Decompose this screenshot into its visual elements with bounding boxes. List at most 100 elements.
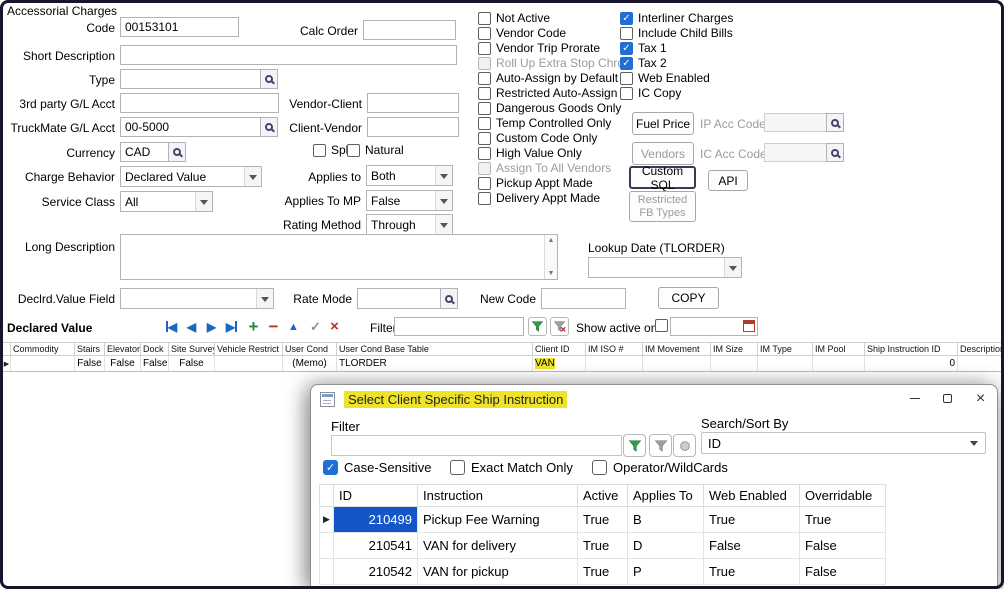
cell-web-enabled[interactable]: True bbox=[704, 507, 800, 533]
grid-column-vehicle-restrict[interactable]: Vehicle Restrict bbox=[215, 343, 283, 356]
table-column-active[interactable]: Active bbox=[578, 485, 628, 507]
checkbox-vendor-code[interactable]: Vendor Code bbox=[478, 27, 566, 40]
code-input[interactable] bbox=[120, 17, 239, 37]
grid-column-description[interactable]: Description bbox=[958, 343, 1003, 356]
new-code-input[interactable] bbox=[541, 288, 626, 309]
third-party-gl-input[interactable] bbox=[120, 93, 279, 113]
cell-web-enabled[interactable]: False bbox=[704, 533, 800, 559]
cell-id[interactable]: 210499 bbox=[334, 507, 418, 533]
grid-cell-user-cond[interactable]: (Memo) bbox=[283, 356, 337, 372]
grid-cell-im-iso[interactable] bbox=[586, 356, 643, 372]
dialog-filter-apply-button[interactable] bbox=[623, 434, 646, 457]
grid-cell-im-size[interactable] bbox=[711, 356, 758, 372]
post-record-button[interactable]: ✓ bbox=[306, 317, 325, 336]
filter-apply-button[interactable] bbox=[528, 317, 547, 336]
table-column-instruction[interactable]: Instruction bbox=[418, 485, 578, 507]
exact-match-only-checkbox[interactable]: Exact Match Only bbox=[450, 460, 573, 475]
short-description-input[interactable] bbox=[120, 45, 457, 65]
type-lookup-button[interactable] bbox=[260, 69, 278, 89]
first-record-button[interactable]: ◀ bbox=[162, 317, 181, 336]
fuel-price-button[interactable]: Fuel Price bbox=[632, 112, 694, 135]
last-record-button[interactable]: ▶ bbox=[222, 317, 241, 336]
maximize-button[interactable] bbox=[931, 385, 964, 412]
grid-cell-im-movement[interactable] bbox=[643, 356, 711, 372]
search-sort-by-select[interactable]: ID bbox=[701, 432, 986, 454]
cell-instruction[interactable]: Pickup Fee Warning bbox=[418, 507, 578, 533]
applies-to-mp-select[interactable]: False bbox=[366, 190, 453, 211]
edit-record-button[interactable]: ▲ bbox=[284, 317, 303, 336]
cell-overridable[interactable]: False bbox=[800, 559, 886, 585]
applies-to-select[interactable]: Both bbox=[366, 165, 453, 186]
checkbox-temp-controlled-only[interactable]: Temp Controlled Only bbox=[478, 117, 611, 130]
lookup-date-select[interactable] bbox=[588, 257, 742, 278]
dialog-filter-clear-button[interactable] bbox=[649, 434, 672, 457]
grid-cell-description[interactable] bbox=[958, 356, 1003, 372]
dialog-filter-input[interactable] bbox=[331, 435, 622, 456]
grid-column-im-size[interactable]: IM Size bbox=[711, 343, 758, 356]
cancel-record-button[interactable]: × bbox=[325, 317, 344, 336]
grid-cell-im-pool[interactable] bbox=[813, 356, 865, 372]
memo-scrollbar[interactable]: ▲▼ bbox=[544, 235, 557, 279]
custom-sql-button[interactable]: Custom SQL bbox=[629, 166, 696, 189]
dialog-title-bar[interactable]: Select Client Specific Ship Instruction … bbox=[311, 385, 997, 413]
rate-mode-input[interactable] bbox=[357, 288, 441, 309]
vendor-client-input[interactable] bbox=[367, 93, 459, 113]
ic-acc-code-lookup-button[interactable] bbox=[826, 143, 844, 162]
grid-column-commodity[interactable]: Commodity bbox=[11, 343, 75, 356]
grid-cell-elevator[interactable]: False bbox=[105, 356, 141, 372]
service-class-select[interactable]: All bbox=[120, 191, 213, 212]
show-active-on-checkbox[interactable] bbox=[655, 319, 668, 332]
currency-input[interactable] bbox=[120, 142, 169, 162]
ip-acc-code-lookup-button[interactable] bbox=[826, 113, 844, 132]
checkbox-tax-2[interactable]: Tax 2 bbox=[620, 57, 667, 70]
checkbox-dangerous-goods-only[interactable]: Dangerous Goods Only bbox=[478, 102, 621, 115]
checkbox-include-child-bills[interactable]: Include Child Bills bbox=[620, 27, 733, 40]
close-button[interactable]: × bbox=[964, 385, 997, 412]
charge-behavior-select[interactable]: Declared Value bbox=[120, 166, 262, 187]
grid-cell-commodity[interactable] bbox=[11, 356, 75, 372]
client-vendor-input[interactable] bbox=[367, 117, 459, 137]
cell-overridable[interactable]: False bbox=[800, 533, 886, 559]
rating-method-select[interactable]: Through bbox=[366, 214, 453, 235]
grid-column-elevator[interactable]: Elevator bbox=[105, 343, 141, 356]
grid-column-im-pool[interactable]: IM Pool bbox=[813, 343, 865, 356]
table-row[interactable]: 210542 VAN for pickup True P True False bbox=[320, 559, 886, 585]
grid-cell-vehicle-restrict[interactable] bbox=[215, 356, 283, 372]
table-column-applies-to[interactable]: Applies To bbox=[628, 485, 704, 507]
insert-record-button[interactable]: + bbox=[244, 317, 263, 336]
table-row[interactable]: ▶ 210499 Pickup Fee Warning True B True … bbox=[320, 507, 886, 533]
cell-active[interactable]: True bbox=[578, 533, 628, 559]
grid-column-user-cond-base-table[interactable]: User Cond Base Table bbox=[337, 343, 533, 356]
grid-column-site-survey[interactable]: Site Survey bbox=[169, 343, 215, 356]
long-description-memo[interactable]: ▲▼ bbox=[120, 234, 558, 280]
delete-record-button[interactable]: − bbox=[264, 317, 283, 336]
table-column-overridable[interactable]: Overridable bbox=[800, 485, 886, 507]
checkbox-custom-code-only[interactable]: Custom Code Only bbox=[478, 132, 597, 145]
copy-button[interactable]: COPY bbox=[658, 287, 719, 309]
grid-column-im-iso[interactable]: IM ISO # bbox=[586, 343, 643, 356]
table-row[interactable]: 210541 VAN for delivery True D False Fal… bbox=[320, 533, 886, 559]
truckmate-gl-input[interactable] bbox=[120, 117, 261, 137]
cell-id[interactable]: 210542 bbox=[334, 559, 418, 585]
checkbox-web-enabled[interactable]: Web Enabled bbox=[620, 72, 710, 85]
cell-instruction[interactable]: VAN for delivery bbox=[418, 533, 578, 559]
table-column-web-enabled[interactable]: Web Enabled bbox=[704, 485, 800, 507]
cell-applies-to[interactable]: D bbox=[628, 533, 704, 559]
grid-column-im-movement[interactable]: IM Movement bbox=[643, 343, 711, 356]
grid-data-row[interactable]: ▶ False False False False (Memo) TLORDER… bbox=[3, 356, 1003, 372]
grid-column-im-type[interactable]: IM Type bbox=[758, 343, 813, 356]
table-column-id[interactable]: ID bbox=[334, 485, 418, 507]
checkbox-pickup-appt-made[interactable]: Pickup Appt Made bbox=[478, 177, 593, 190]
cell-instruction[interactable]: VAN for pickup bbox=[418, 559, 578, 585]
cell-applies-to[interactable]: B bbox=[628, 507, 704, 533]
grid-column-client-id[interactable]: Client ID bbox=[533, 343, 586, 356]
grid-column-dock[interactable]: Dock bbox=[141, 343, 169, 356]
grid-cell-stairs[interactable]: False bbox=[75, 356, 105, 372]
cell-active[interactable]: True bbox=[578, 507, 628, 533]
declrd-value-field-select[interactable] bbox=[120, 288, 274, 309]
grid-column-ship-instruction-id[interactable]: Ship Instruction ID bbox=[865, 343, 958, 356]
api-button[interactable]: API bbox=[708, 170, 748, 191]
cell-active[interactable]: True bbox=[578, 559, 628, 585]
checkbox-interliner-charges[interactable]: Interliner Charges bbox=[620, 12, 733, 25]
checkbox-ic-copy[interactable]: IC Copy bbox=[620, 87, 681, 100]
